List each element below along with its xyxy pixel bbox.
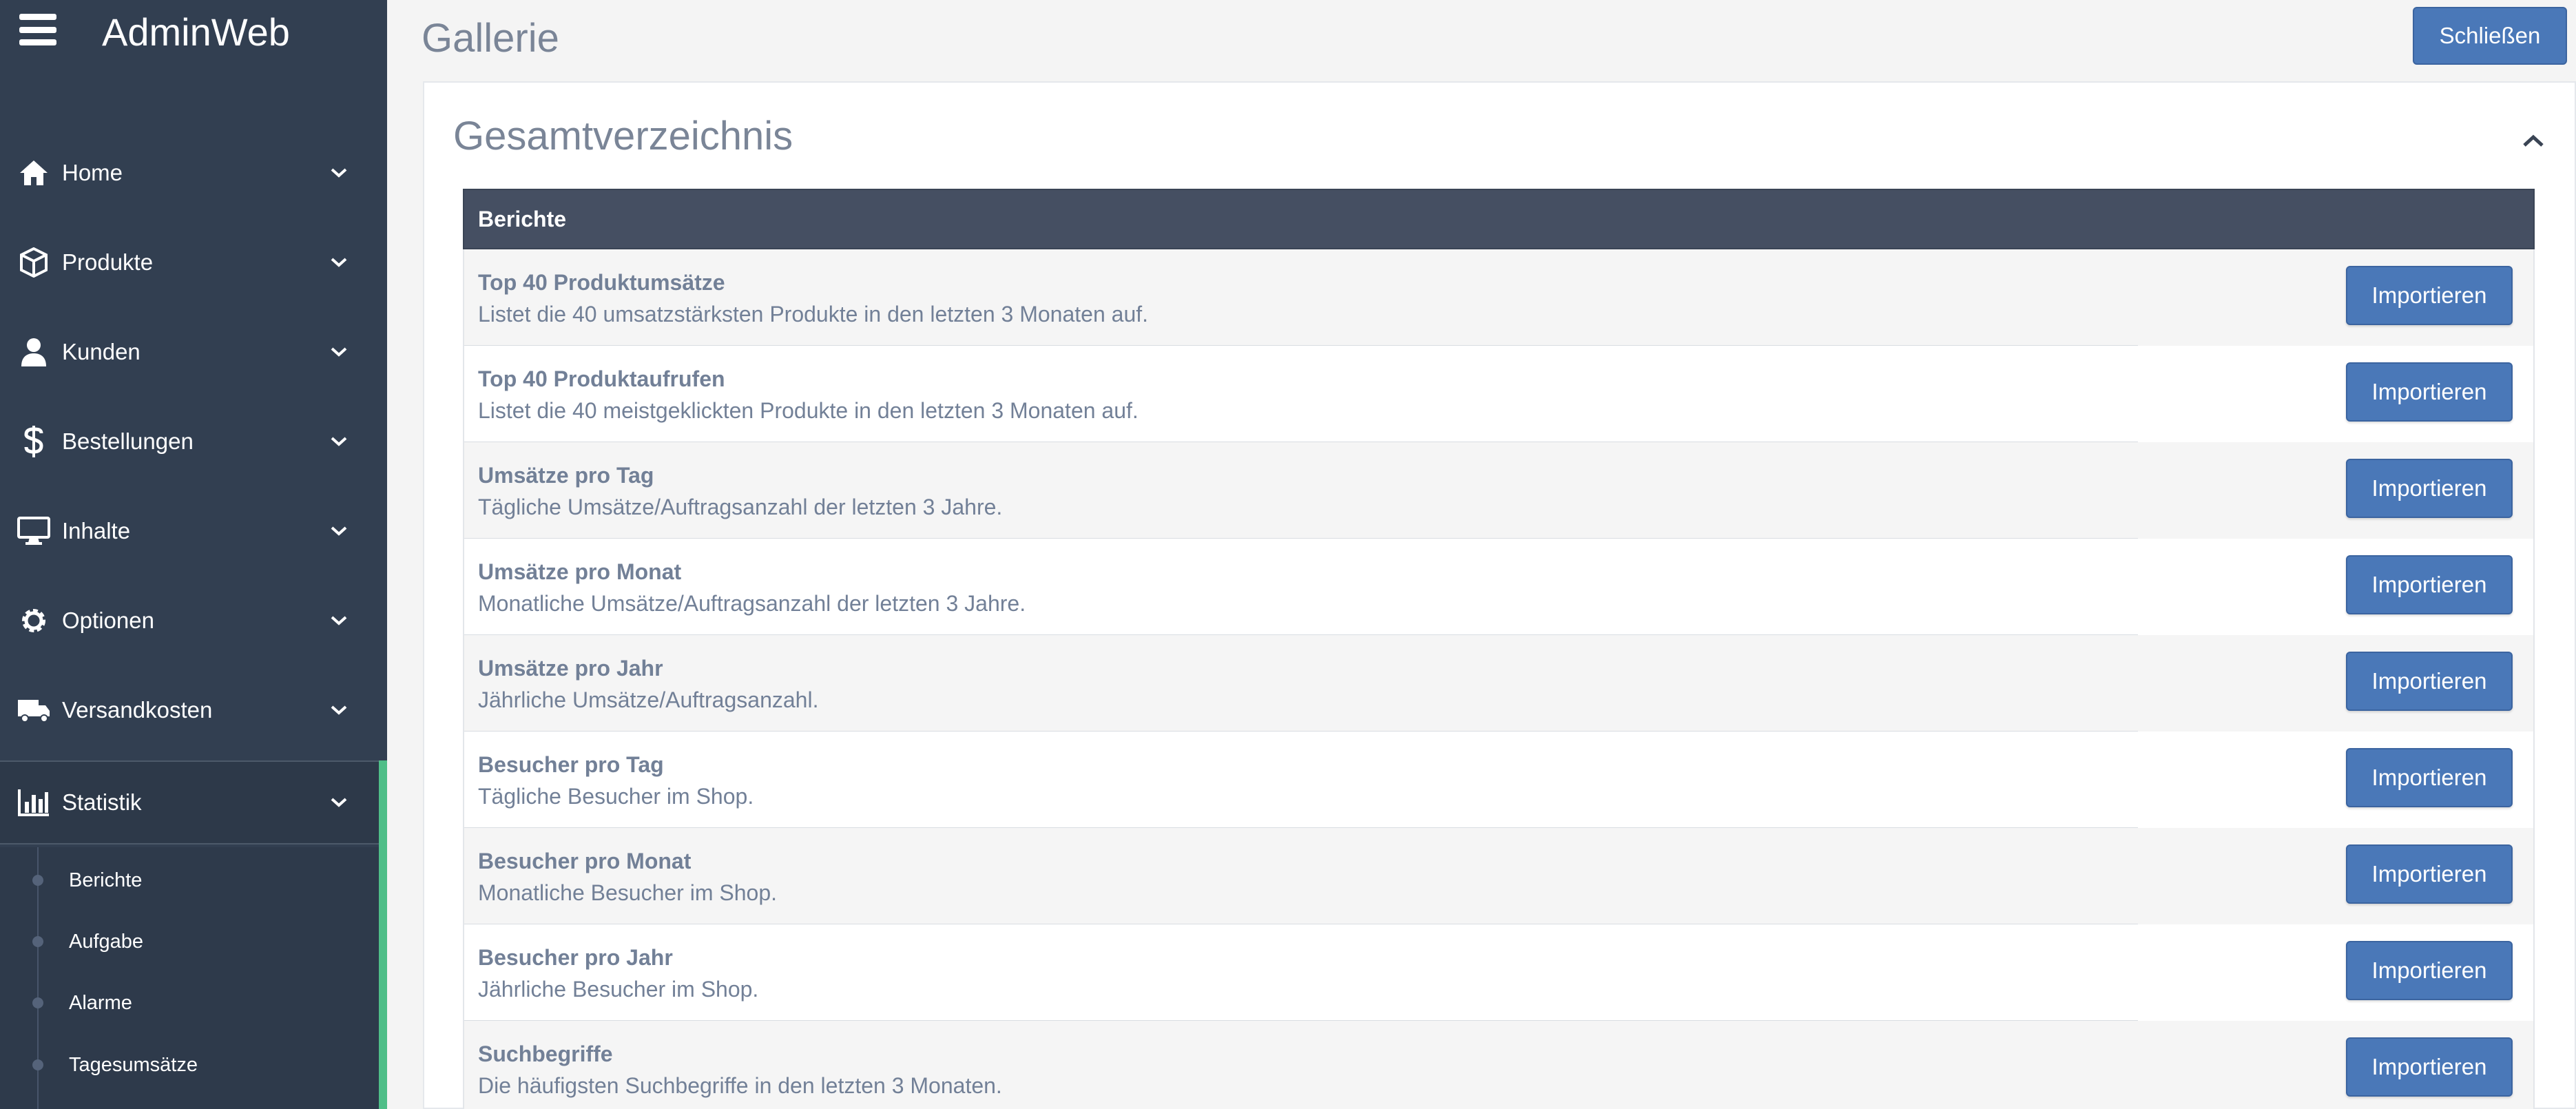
chevron-down-icon [326, 698, 351, 723]
report-description: Monatliche Umsätze/Auftragsanzahl der le… [478, 591, 1026, 616]
table-header-label: Berichte [478, 206, 567, 231]
report-title: Besucher pro Monat [478, 849, 692, 873]
table-row: Top 40 Produktumsätze Listet die 40 umsa… [463, 249, 2535, 346]
page-title: Gallerie [422, 16, 559, 61]
user-icon [17, 335, 51, 369]
submenu-item-label: Aufgabe [69, 930, 144, 953]
submenu-item-alarme[interactable]: Alarme [0, 975, 379, 1030]
report-description: Die häufigsten Suchbegriffe in den letzt… [478, 1073, 1002, 1098]
sidebar-item-optionen[interactable]: Optionen [0, 576, 387, 665]
sidebar-brand: AdminWeb [0, 0, 387, 76]
import-button[interactable]: Importieren [2346, 652, 2513, 711]
import-button[interactable]: Importieren [2346, 459, 2513, 518]
chevron-up-icon[interactable] [2518, 125, 2548, 156]
sidebar-item-label: Kunden [62, 339, 141, 364]
import-button[interactable]: Importieren [2346, 266, 2513, 325]
table-row: Suchbegriffe Die häufigsten Suchbegriffe… [463, 1021, 2535, 1109]
home-icon [17, 156, 51, 190]
import-button[interactable]: Importieren [2346, 555, 2513, 614]
bar-chart-icon [17, 785, 51, 820]
import-button[interactable]: Importieren [2346, 748, 2513, 807]
sidebar-item-inhalte[interactable]: Inhalte [0, 486, 387, 576]
table-row: Besucher pro Monat Monatliche Besucher i… [463, 828, 2535, 925]
report-description: Listet die 40 meistgeklickten Produkte i… [478, 398, 1139, 423]
submenu-item-label: Berichte [69, 869, 143, 891]
sidebar-item-statistik[interactable]: Statistik [0, 760, 387, 844]
table-row: Umsätze pro Jahr Jährliche Umsätze/Auftr… [463, 635, 2535, 732]
report-description: Tägliche Besucher im Shop. [478, 784, 754, 809]
report-title: Suchbegriffe [478, 1041, 613, 1066]
gear-icon [17, 603, 51, 638]
report-title: Umsätze pro Tag [478, 463, 654, 488]
sidebar-item-label: Produkte [62, 249, 154, 275]
report-title: Umsätze pro Monat [478, 559, 682, 584]
hamburger-menu-icon[interactable] [19, 14, 56, 45]
chevron-down-icon [326, 160, 351, 185]
submenu-item-label: Tagesumsätze [69, 1053, 198, 1076]
sidebar-item-kunden[interactable]: Kunden [0, 307, 387, 397]
import-button[interactable]: Importieren [2346, 1037, 2513, 1097]
panel-title: Gesamtverzeichnis [453, 114, 793, 158]
sidebar-item-label: Optionen [62, 608, 154, 633]
truck-icon [17, 693, 51, 727]
submenu-item-aufgabe[interactable]: Aufgabe [0, 914, 379, 969]
sidebar-item-label: Home [62, 160, 123, 185]
chevron-down-icon [326, 519, 351, 543]
report-title: Umsätze pro Jahr [478, 656, 663, 681]
chevron-down-icon [326, 790, 351, 815]
sidebar-item-home[interactable]: Home [0, 128, 387, 218]
statistik-submenu: Berichte Aufgabe Alarme Tagesumsätze [0, 847, 379, 1109]
sidebar-item-label: Statistik [62, 789, 142, 815]
report-title: Besucher pro Tag [478, 752, 664, 777]
chevron-down-icon [326, 608, 351, 633]
sidebar-item-bestellungen[interactable]: Bestellungen [0, 397, 387, 486]
import-button[interactable]: Importieren [2346, 362, 2513, 422]
import-button[interactable]: Importieren [2346, 844, 2513, 904]
sidebar-item-versandkosten[interactable]: Versandkosten [0, 665, 387, 755]
report-description: Jährliche Umsätze/Auftragsanzahl. [478, 687, 819, 712]
sidebar-item-label: Bestellungen [62, 428, 194, 454]
submenu-item-tagesumsaetze[interactable]: Tagesumsätze [0, 1037, 379, 1092]
app-title: AdminWeb [102, 10, 290, 54]
bullet-icon [32, 936, 43, 947]
sidebar-item-produkte[interactable]: Produkte [0, 218, 387, 307]
submenu-item-berichte[interactable]: Berichte [0, 853, 379, 908]
table-row: Umsätze pro Monat Monatliche Umsätze/Auf… [463, 539, 2535, 636]
chevron-down-icon [326, 250, 351, 275]
report-title: Top 40 Produktaufrufen [478, 366, 725, 391]
chevron-down-icon [326, 340, 351, 364]
bullet-icon [32, 875, 43, 886]
report-description: Jährliche Besucher im Shop. [478, 977, 759, 1002]
chevron-down-icon [326, 429, 351, 454]
monitor-icon [17, 514, 51, 548]
table-row: Besucher pro Jahr Jährliche Besucher im … [463, 924, 2535, 1022]
report-description: Monatliche Besucher im Shop. [478, 880, 777, 905]
report-description: Tägliche Umsätze/Auftragsanzahl der letz… [478, 495, 1003, 519]
report-title: Top 40 Produktumsätze [478, 270, 725, 295]
sidebar: AdminWeb Home Produkte Kunden Bestellung… [0, 0, 387, 1109]
report-description: Listet die 40 umsatzstärksten Produkte i… [478, 302, 1149, 327]
dollar-icon [17, 424, 51, 459]
bullet-icon [32, 997, 43, 1008]
sidebar-item-label: Inhalte [62, 518, 131, 543]
report-title: Besucher pro Jahr [478, 945, 673, 970]
import-button[interactable]: Importieren [2346, 941, 2513, 1000]
bullet-icon [32, 1059, 43, 1070]
sidebar-item-label: Versandkosten [62, 697, 213, 723]
submenu-item-label: Alarme [69, 991, 132, 1014]
table-row: Top 40 Produktaufrufen Listet die 40 mei… [463, 346, 2535, 443]
table-row: Umsätze pro Tag Tägliche Umsätze/Auftrag… [463, 442, 2535, 539]
table-row: Besucher pro Tag Tägliche Besucher im Sh… [463, 732, 2535, 829]
box-icon [17, 245, 51, 280]
table-header: Berichte [463, 189, 2535, 249]
close-button[interactable]: Schließen [2413, 7, 2567, 65]
active-indicator [379, 760, 387, 1109]
